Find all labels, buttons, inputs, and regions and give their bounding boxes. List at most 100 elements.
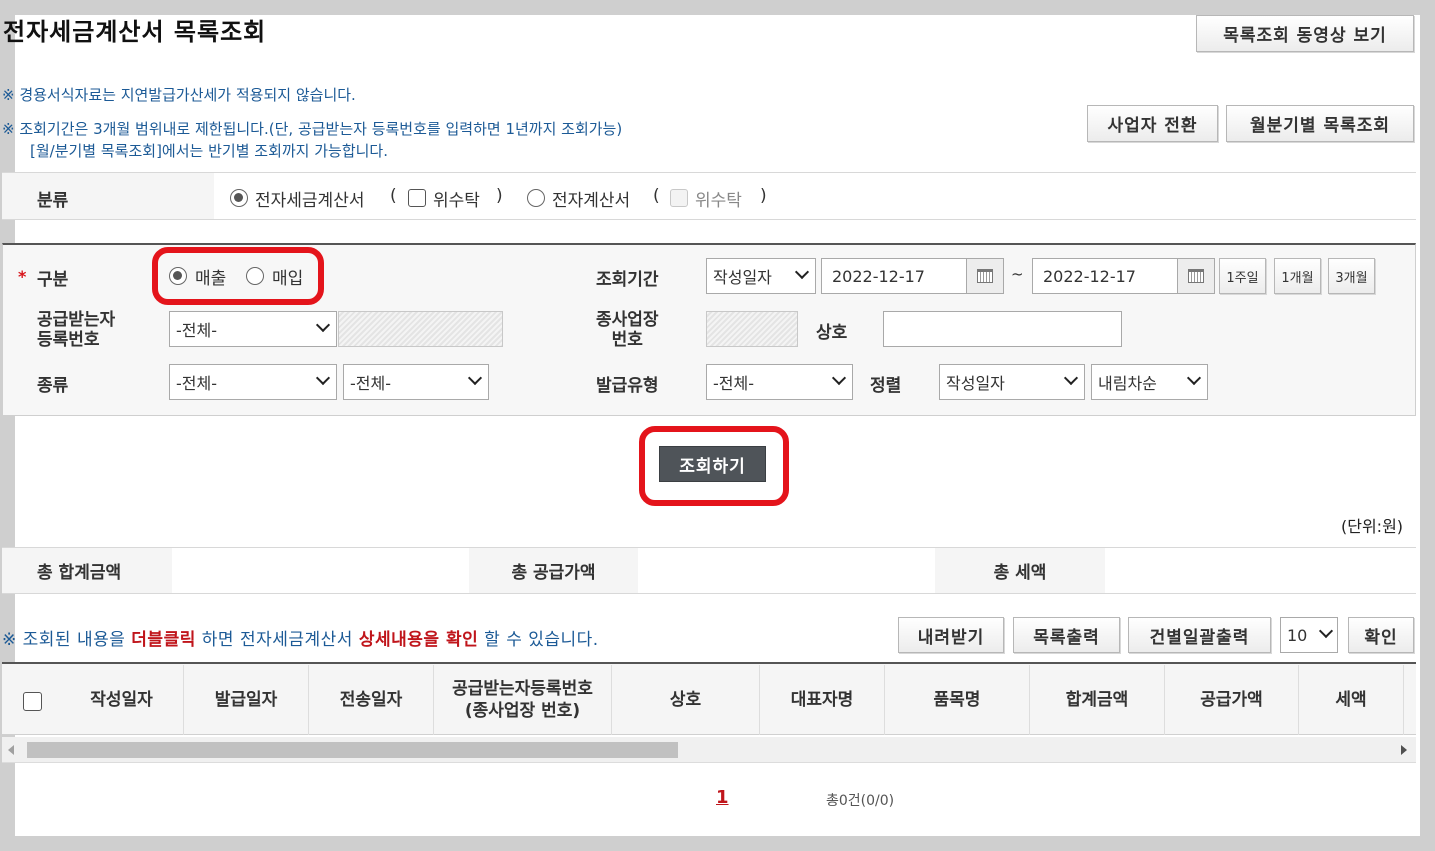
quick-1month-button[interactable]: 1개월: [1274, 258, 1321, 294]
col-representative: 대표자명: [760, 665, 885, 735]
company-label: 상호: [816, 323, 848, 343]
confirm-button[interactable]: 확인: [1348, 617, 1414, 653]
sort-field-select[interactable]: 작성일자: [939, 364, 1085, 400]
highlight-ring-type: [152, 247, 324, 305]
hint-suffix: 할 수 있습니다.: [478, 630, 599, 650]
calendar-icon[interactable]: [1177, 258, 1215, 294]
hint-prefix: ※ 조회된 내용을: [2, 630, 132, 650]
col-item-name: 품목명: [885, 665, 1030, 735]
monthly-list-button[interactable]: 월분기별 목록조회: [1226, 105, 1414, 142]
pagination-total: 총0건(0/0): [826, 793, 895, 809]
quick-1week-button[interactable]: 1주일: [1219, 258, 1266, 294]
download-button[interactable]: 내려받기: [898, 617, 1004, 653]
receiver-select[interactable]: -전체-: [169, 311, 337, 347]
total-amount-label: 총 합계금액: [2, 548, 172, 593]
consign-checkbox-1[interactable]: [408, 189, 426, 207]
highlight-ring-submit: [639, 426, 789, 506]
page-size-select[interactable]: 10: [1280, 617, 1338, 653]
hint-emphasis-2: 상세내용을 확인: [358, 630, 479, 650]
category-radio-einvoice[interactable]: [527, 189, 545, 207]
chevron-down-icon: [1186, 370, 1202, 386]
col-issue-date: 발급일자: [184, 665, 309, 735]
chevron-down-icon: [467, 370, 483, 386]
col-receiver-number: 공급받는자등록번호 (종사업장 번호): [434, 665, 612, 735]
period-label: 조회기간: [596, 270, 659, 290]
supply-label: 총 공급가액: [469, 548, 638, 593]
kind-label: 종류: [37, 376, 69, 396]
kind-select-1[interactable]: -전체-: [169, 364, 337, 400]
branch-label-2: 번호: [611, 330, 643, 350]
company-input[interactable]: [883, 311, 1122, 347]
page-size-value: 10: [1287, 625, 1308, 645]
receiver-number-disabled-input: [338, 311, 503, 347]
kind-select-2[interactable]: -전체-: [343, 364, 489, 400]
sort-order-value: 내림차순: [1098, 374, 1157, 393]
tax-label: 총 세액: [935, 548, 1105, 593]
sort-label: 정렬: [870, 376, 902, 396]
required-mark: *: [18, 267, 27, 286]
category-label-cell: [2, 173, 214, 219]
switch-business-button[interactable]: 사업자 전환: [1087, 105, 1218, 142]
print-list-button[interactable]: 목록출력: [1013, 617, 1120, 653]
period-basis-select[interactable]: 작성일자: [706, 258, 816, 294]
col-tax: 세액: [1299, 665, 1404, 735]
category-radio-etax[interactable]: [230, 189, 248, 207]
divider: [2, 219, 1416, 220]
kind-select-2-value: -전체-: [350, 374, 391, 393]
receiver-label: 공급받는자 등록번호: [37, 310, 115, 350]
tax-value: [1105, 548, 1416, 593]
notice-line-2: ※ 조회기간은 3개월 범위내로 제한됩니다.(단, 공급받는자 등록번호를 입…: [2, 120, 623, 138]
video-button[interactable]: 목록조회 동영상 보기: [1196, 15, 1414, 52]
kind-select-1-value: -전체-: [176, 374, 217, 393]
chevron-down-icon: [794, 264, 810, 280]
consign-label-2: 위수탁: [695, 191, 742, 211]
hint-middle: 하면 전자세금계산서: [195, 630, 359, 650]
notice-line-1: ※ 경용서식자료는 지연발급가산세가 적용되지 않습니다.: [2, 86, 356, 104]
period-basis-value: 작성일자: [713, 268, 772, 287]
sort-order-select[interactable]: 내림차순: [1091, 364, 1208, 400]
sort-field-value: 작성일자: [946, 374, 1005, 393]
consign-label-1: 위수탁: [433, 191, 480, 211]
chevron-down-icon: [315, 370, 331, 386]
paren-close-2: ): [760, 186, 767, 206]
select-all-checkbox[interactable]: [23, 692, 42, 711]
scroll-right-icon[interactable]: [1401, 745, 1407, 755]
type-label: 구분: [37, 270, 69, 290]
chevron-down-icon: [1063, 370, 1079, 386]
receiver-label-1: 공급받는자: [37, 310, 116, 330]
date-to-input[interactable]: 2022-12-17: [1032, 258, 1178, 294]
branch-label-1: 종사업장: [596, 310, 659, 330]
divider: [2, 172, 1416, 173]
paren-open: (: [390, 186, 397, 206]
divider: [2, 593, 1416, 594]
receiver-select-value: -전체-: [176, 321, 217, 340]
col-company: 상호: [612, 665, 760, 735]
branch-number-disabled-input: [706, 311, 798, 347]
chevron-down-icon: [1318, 623, 1334, 639]
batch-print-button[interactable]: 건별일괄출력: [1128, 617, 1271, 653]
quick-3month-button[interactable]: 3개월: [1328, 258, 1375, 294]
chevron-down-icon: [831, 370, 847, 386]
scroll-left-icon[interactable]: [8, 745, 14, 755]
col-total-amount: 합계금액: [1030, 665, 1165, 735]
total-amount-value: [172, 548, 469, 593]
paren-open-2: (: [653, 186, 660, 206]
col-supply-amount: 공급가액: [1165, 665, 1299, 735]
double-click-hint: ※ 조회된 내용을 더블클릭 하면 전자세금계산서 상세내용을 확인 할 수 있…: [2, 625, 599, 650]
pagination-current-page[interactable]: 1: [716, 787, 729, 808]
issue-type-select[interactable]: -전체-: [706, 364, 853, 400]
col-send-date: 전송일자: [309, 665, 434, 735]
chevron-down-icon: [315, 317, 331, 333]
unit-label: (단위:원): [1341, 517, 1404, 536]
scrollbar-thumb[interactable]: [27, 742, 678, 758]
col-receiver-number-line1: 공급받는자등록번호: [452, 679, 593, 699]
date-from-input[interactable]: 2022-12-17: [821, 258, 967, 294]
issue-type-value: -전체-: [713, 374, 754, 393]
issue-type-label: 발급유형: [596, 376, 659, 396]
calendar-icon[interactable]: [966, 258, 1004, 294]
supply-value: [638, 548, 935, 593]
hint-emphasis-1: 더블클릭: [131, 630, 196, 650]
branch-label: 종사업장 번호: [596, 310, 659, 350]
paren-close: ): [496, 186, 503, 206]
page-title: 전자세금계산서 목록조회: [3, 18, 267, 46]
